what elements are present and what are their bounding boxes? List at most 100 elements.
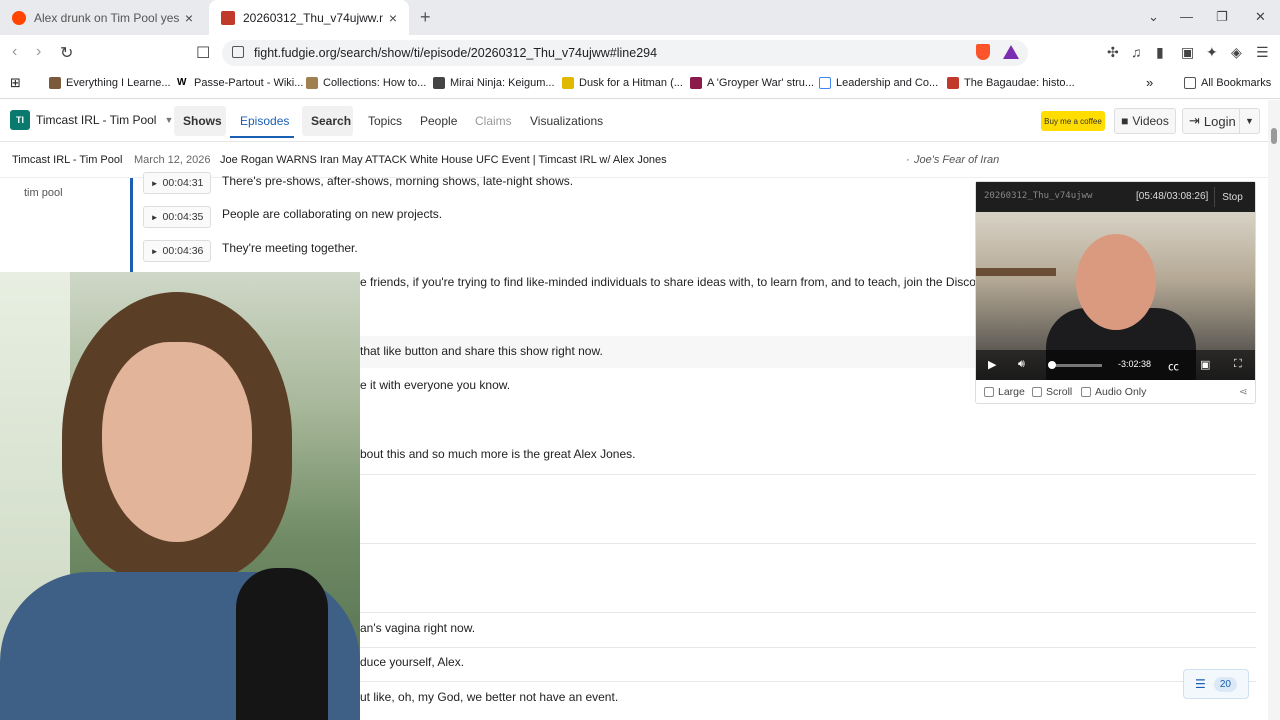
audio-file-icon	[221, 10, 235, 25]
bookmark-item[interactable]: Dusk for a Hitman (...	[562, 77, 683, 89]
checkbox-box[interactable]	[1081, 387, 1091, 397]
transcript-line: There's pre-shows, after-shows, morning …	[222, 174, 574, 188]
volume-icon[interactable]: 🔊︎	[1018, 358, 1025, 371]
all-bookmarks-folder[interactable]: All Bookmarks	[1184, 77, 1271, 89]
close-window-button[interactable]: ✕	[1255, 9, 1266, 25]
brave-shield-icon[interactable]	[976, 44, 990, 60]
transcript-line: e it with everyone you know.	[360, 378, 511, 392]
toc-count-badge: 20	[1213, 676, 1237, 692]
back-button[interactable]: ‹	[12, 43, 17, 61]
nav-episodes[interactable]: Episodes	[240, 114, 289, 128]
timestamp-button[interactable]: ► 00:04:36	[143, 240, 211, 262]
login-button[interactable]: ⇥ Login ▼	[1182, 108, 1260, 134]
folder-icon	[1184, 77, 1196, 89]
bookmark-item[interactable]: Leadership and Co...	[819, 77, 938, 89]
timestamp-button[interactable]: ► 00:04:35	[143, 206, 211, 228]
bookmark-label: A 'Groyper War' stru...	[707, 77, 815, 89]
bookmark-icon[interactable]: ☐	[196, 43, 210, 63]
tab-search-icon[interactable]: ⌄	[1148, 9, 1159, 25]
bookmark-item[interactable]: A 'Groyper War' stru...	[690, 77, 814, 89]
bookmark-item[interactable]: Collections: How to...	[306, 77, 426, 89]
episode-title[interactable]: Joe Rogan WARNS Iran May ATTACK White Ho…	[220, 154, 667, 166]
share-icon[interactable]: ⋖	[1239, 386, 1248, 398]
scroll-checkbox[interactable]: Scroll	[1032, 386, 1072, 398]
wallet-icon[interactable]: ▣	[1181, 44, 1194, 61]
bookmark-label: Leadership and Co...	[836, 77, 939, 89]
nav-claims[interactable]: Claims	[475, 114, 512, 128]
time-remaining: -3:02:38	[1118, 359, 1152, 369]
tab-active-episode[interactable]: 20260312_Thu_v74ujww.mp3 ×	[209, 0, 409, 35]
section-divider	[360, 543, 1256, 544]
nav-visualizations[interactable]: Visualizations	[530, 114, 603, 128]
media-icon[interactable]: ♫	[1131, 44, 1142, 60]
url-text: fight.fudgie.org/search/show/ti/episode/…	[254, 46, 658, 60]
scrollbar-thumb[interactable]	[1271, 128, 1277, 144]
table-of-contents-button[interactable]: ☰ 20	[1183, 669, 1249, 699]
apps-icon[interactable]: ⊞	[10, 75, 21, 91]
close-tab-icon[interactable]: ×	[389, 10, 397, 26]
google-icon	[819, 77, 831, 89]
timestamp-button[interactable]: ► 00:04:31	[143, 172, 211, 194]
caret-down-icon[interactable]: ▼	[1239, 109, 1259, 133]
player-position: [05:48/03:08:26]	[1136, 191, 1209, 202]
bookmark-item[interactable]: Everything I Learne...	[49, 77, 171, 89]
stop-button[interactable]: Stop	[1214, 187, 1250, 207]
checkbox-box[interactable]	[1032, 387, 1042, 397]
new-tab-button[interactable]: +	[420, 7, 431, 28]
brave-rewards-icon[interactable]	[1003, 45, 1019, 59]
address-bar[interactable]: fight.fudgie.org/search/show/ti/episode/…	[222, 40, 1028, 66]
transcript-line: People are collaborating on new projects…	[222, 207, 443, 221]
restore-button[interactable]: ❐	[1216, 9, 1228, 25]
breadcrumb-show[interactable]: Timcast IRL - Tim Pool	[12, 154, 122, 166]
page-scrollbar[interactable]	[1268, 100, 1280, 720]
bookmark-item[interactable]: The Bagaudae: histo...	[947, 77, 1075, 89]
leo-ai-icon[interactable]: ✦	[1206, 44, 1218, 61]
more-bookmarks-icon[interactable]: »	[1146, 75, 1153, 90]
bookmark-item[interactable]: W Passe-Partout - Wiki...	[177, 77, 303, 89]
menu-icon[interactable]: ☰	[1256, 44, 1269, 61]
topic-separator: ·	[906, 154, 910, 166]
seek-bar[interactable]	[1050, 364, 1102, 367]
section-divider	[360, 474, 1256, 475]
bookmark-favicon	[306, 77, 318, 89]
audio-only-checkbox[interactable]: Audio Only	[1081, 386, 1146, 398]
nav-topics[interactable]: Topics	[368, 114, 402, 128]
browser-toolbar: ‹ › ↻ ☐ fight.fudgie.org/search/show/ti/…	[0, 35, 1280, 71]
bookmark-item[interactable]: Mirai Ninja: Keigum...	[433, 77, 555, 89]
transcript-line: They're meeting together.	[222, 241, 358, 255]
large-checkbox[interactable]: Large	[984, 386, 1025, 398]
vpn-icon[interactable]: ◈	[1231, 44, 1242, 61]
tab-reddit[interactable]: Alex drunk on Tim Pool yesterday : r/ ×	[0, 0, 205, 35]
nav-shows[interactable]: Shows	[183, 114, 222, 128]
show-selector[interactable]: TI Timcast IRL - Tim Pool ▼	[10, 110, 173, 130]
bookmark-label: The Bagaudae: histo...	[964, 77, 1075, 89]
nav-people[interactable]: People	[420, 114, 457, 128]
option-label: Large	[998, 386, 1025, 398]
transcript-line: that like button and share this show rig…	[360, 344, 603, 358]
checkbox-box[interactable]	[984, 387, 994, 397]
login-label: Login	[1203, 113, 1236, 129]
close-tab-icon[interactable]: ×	[185, 10, 193, 26]
webcam-overlay	[0, 272, 360, 720]
bookmark-label: Collections: How to...	[323, 77, 427, 89]
fullscreen-icon[interactable]: ⛶	[1234, 358, 1242, 371]
videos-button[interactable]: ■ Videos	[1114, 108, 1176, 134]
play-icon: ►	[150, 246, 159, 256]
sidebar-icon[interactable]: ▮	[1156, 44, 1164, 61]
captions-icon[interactable]: ㏄	[1168, 358, 1179, 374]
play-icon[interactable]: ▶	[988, 358, 996, 371]
forward-button[interactable]: ›	[36, 43, 41, 61]
video-camera-icon: ■	[1121, 114, 1129, 128]
current-line-accent	[130, 178, 133, 272]
picture-in-picture-icon[interactable]: ▣	[1200, 358, 1210, 371]
buy-me-a-coffee-button[interactable]: Buy me a coffee	[1041, 111, 1105, 131]
seek-handle[interactable]	[1048, 361, 1056, 369]
reload-button[interactable]: ↻	[60, 43, 73, 63]
site-info-icon[interactable]	[232, 46, 244, 58]
option-label: Audio Only	[1095, 386, 1147, 398]
minimize-button[interactable]: —	[1180, 9, 1193, 24]
transcript-line: bout this and so much more is the great …	[360, 447, 636, 461]
extensions-icon[interactable]: ✣	[1107, 44, 1119, 61]
current-topic[interactable]: Joe's Fear of Iran	[914, 154, 999, 166]
nav-search[interactable]: Search	[311, 114, 351, 128]
